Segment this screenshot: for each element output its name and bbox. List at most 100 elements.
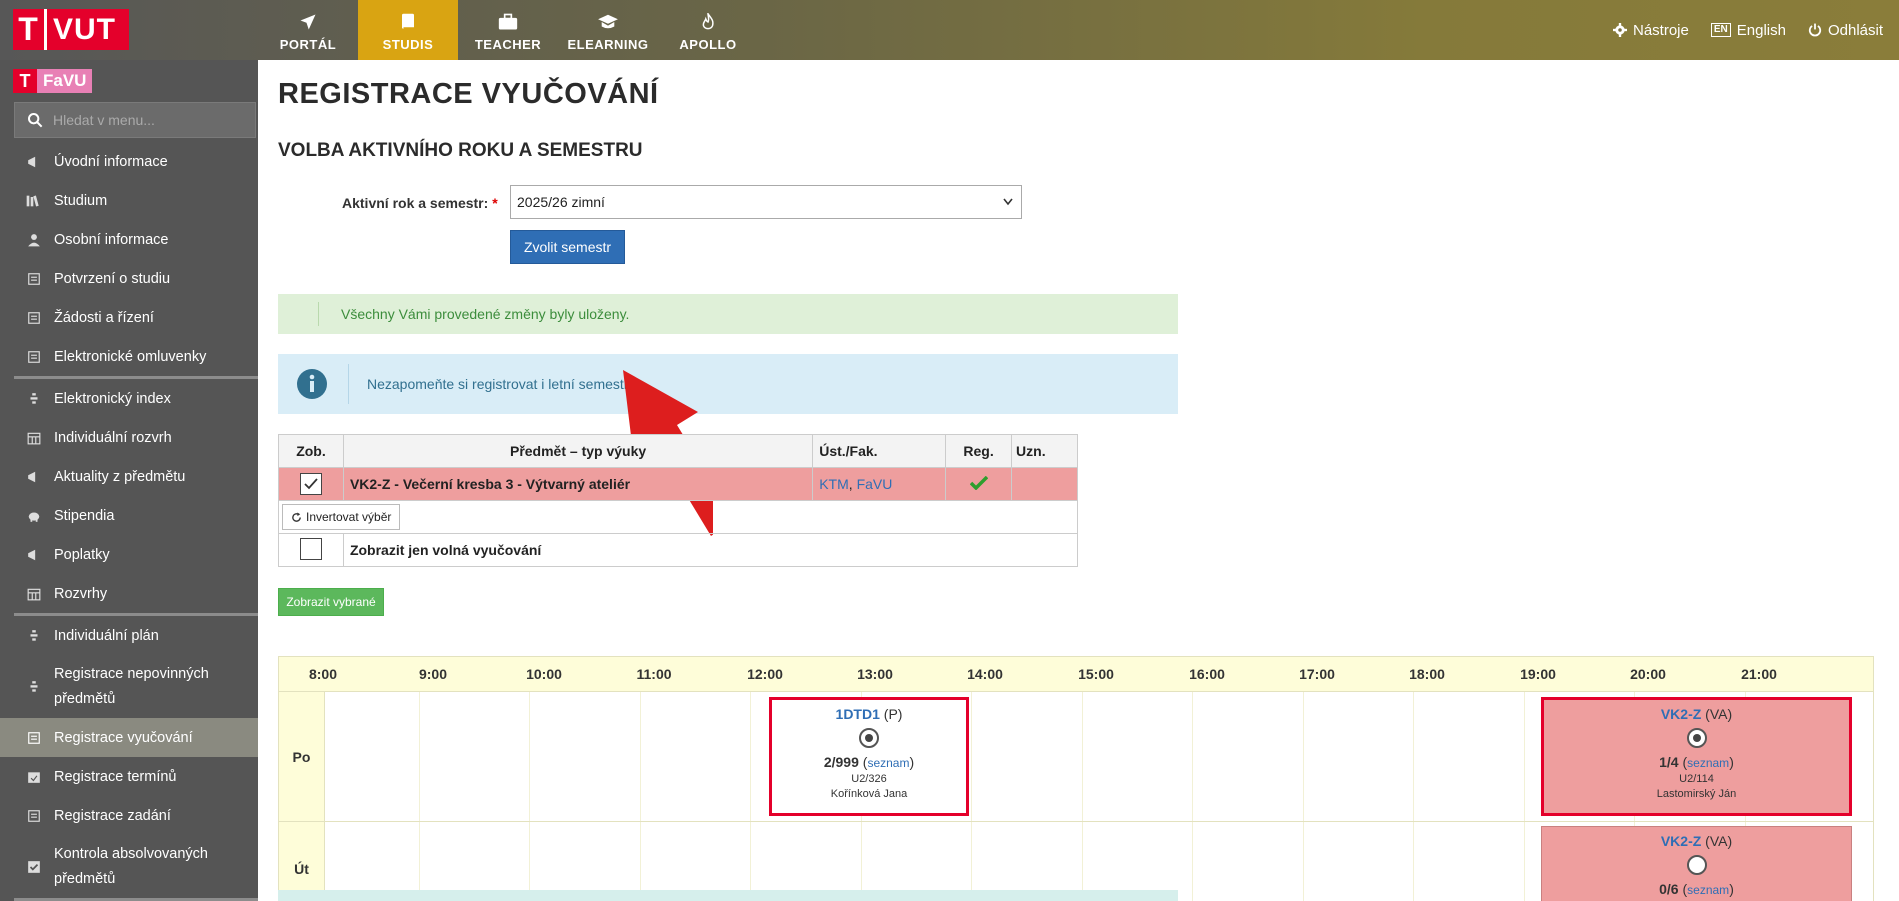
sidebar-item-registrace-zadani[interactable]: Registrace zadání <box>14 796 258 835</box>
invert-cell: Invertovat výběr <box>278 500 1078 534</box>
nav-elearning-label: ELEARNING <box>567 37 649 52</box>
hour-label: 18:00 <box>1409 666 1445 682</box>
sidebar-item-label: Registrace zadání <box>54 807 171 824</box>
gear-icon <box>1613 23 1627 37</box>
success-alert: Všechny Vámi provedené změny byly uložen… <box>278 294 1178 334</box>
piggy-bank-icon <box>26 508 42 524</box>
sidebar-item-kontrola[interactable]: Kontrola absolvovaných předmětů <box>14 835 258 898</box>
grid-line <box>1303 822 1304 901</box>
top-bar: T VUT PORTÁL STUDIS TEACHER ELEARNING AP… <box>0 0 1899 60</box>
sidebar-item-rozvrhy[interactable]: Rozvrhy <box>14 574 258 613</box>
registered-check-icon <box>969 475 988 490</box>
nav-studis-label: STUDIS <box>382 37 434 52</box>
hour-label: 17:00 <box>1299 666 1335 682</box>
megaphone-icon <box>26 154 42 170</box>
sidebar-item-individualni-rozvrh[interactable]: Individuální rozvrh <box>14 418 258 457</box>
sidebar-item-label: Elektronické omluvenky <box>54 348 207 365</box>
class-block-vk2z-mon[interactable]: VK2-Z (VA) 1/4 (seznam) U2/114 Lastomirs… <box>1541 697 1852 816</box>
sidebar-item-label: Poplatky <box>54 546 110 563</box>
sidebar-item-zadosti[interactable]: Žádosti a řízení <box>14 298 258 337</box>
sidebar-item-label: Studium <box>54 192 108 209</box>
hour-label: 20:00 <box>1630 666 1666 682</box>
sidebar-item-stipendia[interactable]: Stipendia <box>14 496 258 535</box>
dept-link[interactable]: KTM <box>819 476 849 492</box>
sidebar-item-label: Rozvrhy <box>54 585 108 602</box>
recog-cell <box>1011 467 1078 501</box>
semester-select-value: 2025/26 zimní <box>517 194 605 210</box>
class-list-link[interactable]: seznam <box>867 756 909 770</box>
sidebar-item-registrace-terminu[interactable]: Registrace termínů <box>14 757 258 796</box>
sidebar-item-potvrzeni[interactable]: Potvrzení o studiu <box>14 259 258 298</box>
logout-label: Odhlásit <box>1827 21 1883 39</box>
semester-select[interactable]: 2025/26 zimní <box>510 185 1022 219</box>
logout-link[interactable]: Odhlásit <box>1808 22 1883 39</box>
class-block-1dtd1[interactable]: 1DTD1 (P) 2/999 (seznam) U2/326 Kořínkov… <box>769 697 969 816</box>
sidebar-search-input[interactable] <box>53 112 243 128</box>
faculty-logo[interactable]: T FaVU <box>13 69 93 93</box>
radio-dot <box>865 734 873 742</box>
sidebar-item-nepovinne[interactable]: Registrace nepovinných předmětů <box>14 655 258 718</box>
class-radio-empty[interactable] <box>1686 855 1707 875</box>
vut-logo-mark: T <box>13 9 47 50</box>
free-only-checkbox[interactable] <box>299 537 322 560</box>
class-list-link[interactable]: seznam <box>1687 883 1729 897</box>
hour-label: 14:00 <box>967 666 1003 682</box>
sidebar-item-poplatky[interactable]: Poplatky <box>14 535 258 574</box>
hour-label: 21:00 <box>1741 666 1777 682</box>
check-square-icon <box>26 859 42 875</box>
sidebar-item-label: Registrace nepovinných předmětů <box>54 665 209 707</box>
grid-line <box>1192 822 1193 901</box>
sidebar-item-label: Elektronický index <box>54 390 171 407</box>
alert-divider <box>318 302 319 326</box>
table-row: Invertovat výběr <box>278 500 1078 534</box>
list-close-paren: ) <box>1729 754 1734 770</box>
sidebar-item-index[interactable]: Elektronický index <box>14 379 258 418</box>
sidebar-item-individualni-plan[interactable]: Individuální plán <box>14 616 258 655</box>
nav-studis[interactable]: STUDIS <box>358 0 458 60</box>
nav-elearning[interactable]: ELEARNING <box>558 0 658 60</box>
class-block-vk2z-tue[interactable]: VK2-Z (VA) 0/6 (seznam) <box>1541 826 1852 901</box>
vut-logo[interactable]: T VUT <box>13 9 129 50</box>
class-capacity: 2/999 <box>823 754 859 770</box>
choose-semester-button[interactable]: Zvolit semestr <box>510 230 625 264</box>
class-radio-selected[interactable] <box>859 728 879 748</box>
sidebar-item-studium[interactable]: Studium <box>14 181 258 220</box>
class-code-link[interactable]: 1DTD1 <box>836 706 880 722</box>
nav-apollo[interactable]: APOLLO <box>658 0 758 60</box>
briefcase-icon <box>498 13 518 30</box>
tools-link[interactable]: Nástroje <box>1613 22 1689 39</box>
info-alert-text: Nezapomeňte si registrovat i letní semes… <box>367 376 632 392</box>
grid-line <box>529 692 530 821</box>
sidebar-item-registrace-vyucovani[interactable]: Registrace vyučování <box>0 718 258 757</box>
show-selected-button[interactable]: Zobrazit vybrané <box>278 588 384 616</box>
sidebar: T FaVU Úvodní informace Studium Osobní i… <box>0 60 258 901</box>
class-type: (VA) <box>1701 833 1733 849</box>
class-code-link[interactable]: VK2-Z <box>1661 833 1701 849</box>
sidebar-item-label: Potvrzení o studiu <box>54 270 171 287</box>
sidebar-item-uvodni-informace[interactable]: Úvodní informace <box>14 142 258 181</box>
language-link[interactable]: EN English <box>1710 21 1786 39</box>
class-code-link[interactable]: VK2-Z <box>1661 706 1701 722</box>
class-list-link[interactable]: seznam <box>1687 756 1729 770</box>
list-icon <box>26 391 42 407</box>
show-subject-checkbox[interactable] <box>299 473 322 495</box>
section-title: VOLBA AKTIVNÍHO ROKU A SEMESTRU <box>278 140 643 161</box>
nav-portal[interactable]: PORTÁL <box>258 0 358 60</box>
class-radio-selected[interactable] <box>1686 728 1707 748</box>
grid-line <box>419 692 420 821</box>
checkmark-icon <box>304 478 318 490</box>
invert-selection-button[interactable]: Invertovat výběr <box>282 504 401 530</box>
col-recog: Uzn. <box>1011 434 1078 468</box>
list-icon <box>26 628 42 644</box>
calendar-icon <box>26 586 42 602</box>
tools-label: Nástroje <box>1633 21 1689 39</box>
nav-teacher[interactable]: TEACHER <box>458 0 558 60</box>
faculty-link[interactable]: FaVU <box>857 476 893 492</box>
language-label: English <box>1736 21 1786 39</box>
sidebar-item-osobni-informace[interactable]: Osobní informace <box>14 220 258 259</box>
sidebar-item-omluvenky[interactable]: Elektronické omluvenky <box>14 337 258 376</box>
graduation-cap-icon <box>598 14 618 29</box>
class-teacher: Lastomirský Ján <box>1656 788 1737 800</box>
document-icon <box>26 310 42 326</box>
sidebar-item-aktuality[interactable]: Aktuality z předmětu <box>14 457 258 496</box>
